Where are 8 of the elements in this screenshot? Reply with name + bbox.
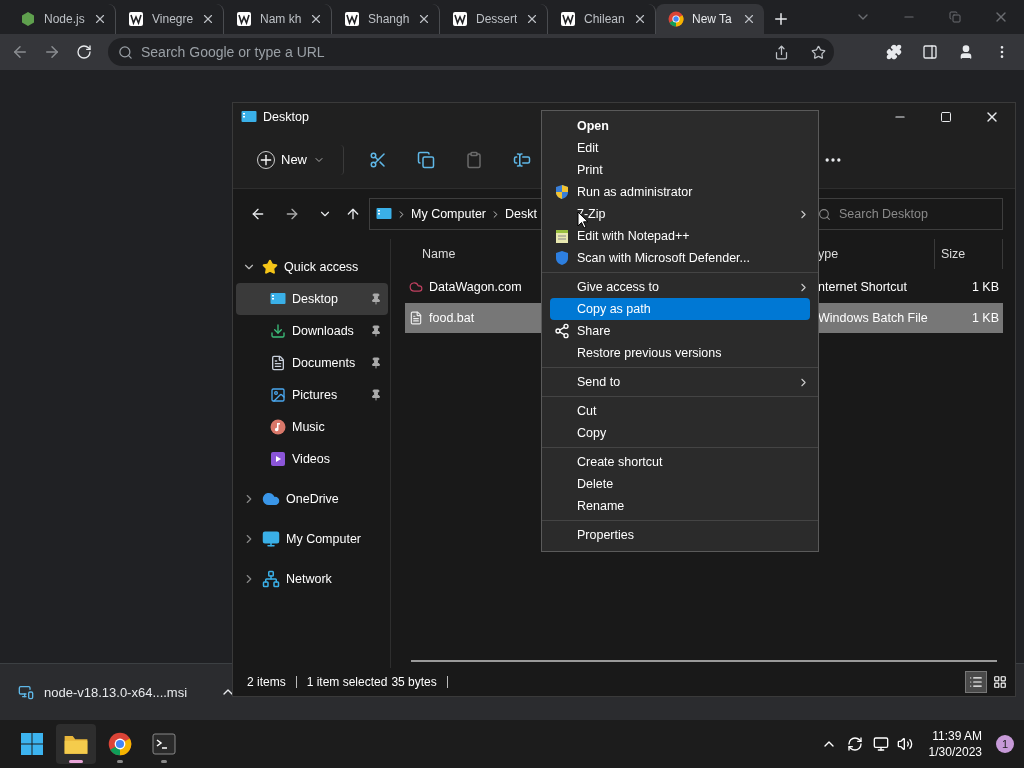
file-size: 1 KB [970, 311, 1000, 325]
status-text: 1 item selected [306, 675, 388, 689]
file-type: Windows Batch File [818, 311, 929, 325]
file-size: 1 KB [970, 280, 1000, 294]
status-text: 35 bytes [391, 675, 437, 689]
status-text: 2 items [247, 675, 286, 689]
window-title: Desktop [263, 110, 309, 124]
file-type: nternet Shortcut [818, 280, 908, 294]
